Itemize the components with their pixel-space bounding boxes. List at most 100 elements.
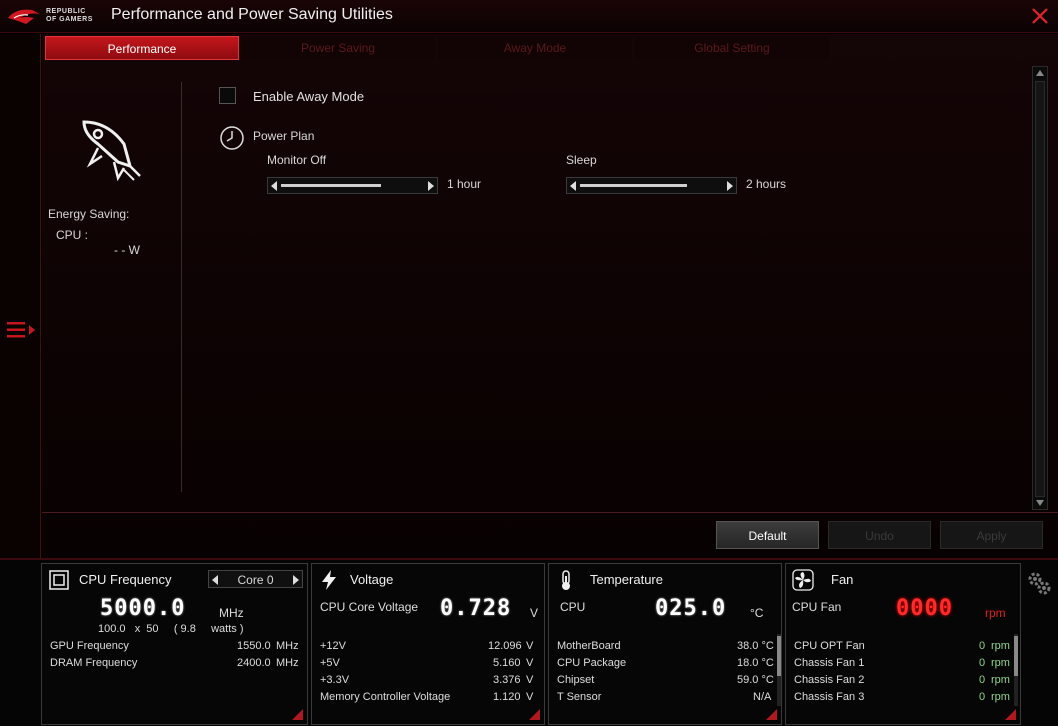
dram-frequency-value: 2400.0: [237, 657, 271, 669]
cpu-frequency-panel[interactable]: CPU Frequency Core 0 5000.0 MHz 100.0 x …: [41, 563, 308, 725]
gear-icon: [1028, 572, 1051, 595]
cpu-frequency-value: 5000.0: [100, 596, 186, 621]
tab-power-saving[interactable]: Power Saving: [241, 36, 435, 60]
scroll-down-icon[interactable]: [1036, 500, 1044, 506]
fan-panel[interactable]: Fan CPU Fan 0000 rpm CPU OPT Fan 0 rpm C…: [785, 563, 1021, 725]
expand-corner-icon[interactable]: [292, 709, 303, 720]
voltage-3v3-value: 3.376: [493, 674, 521, 686]
cpu-temperature-label: CPU: [560, 600, 586, 614]
fan-title: Fan: [831, 572, 854, 587]
cpu-fan-value: 0000: [896, 596, 953, 621]
motherboard-temp-label: MotherBoard: [557, 640, 621, 652]
slider-left-arrow-icon[interactable]: [570, 181, 576, 191]
vertical-divider: [181, 82, 182, 492]
chassis-fan-2-unit: rpm: [991, 674, 1010, 686]
rog-eye-icon: [8, 9, 40, 24]
motherboard-temp-value: 38.0 °C: [737, 640, 774, 652]
slider-track: [281, 184, 381, 187]
scroll-thumb[interactable]: [1014, 636, 1018, 676]
voltage-12v-label: +12V: [320, 640, 346, 652]
cpu-fan-label: CPU Fan: [792, 600, 842, 614]
sleep-value: 2 hours: [746, 177, 787, 191]
cpu-chip-icon: [49, 570, 69, 590]
core-selector-value: Core 0: [237, 573, 274, 587]
chassis-fan-3-label: Chassis Fan 3: [794, 691, 865, 703]
chassis-fan-3-value: 0: [979, 691, 986, 703]
voltage-5v-label: +5V: [320, 657, 340, 669]
close-button[interactable]: [1030, 6, 1050, 26]
core-next-icon[interactable]: [293, 575, 299, 585]
voltage-5v-value: 5.160: [493, 657, 521, 669]
t-sensor-temp-label: T Sensor: [557, 691, 602, 703]
sleep-slider[interactable]: [566, 177, 737, 194]
voltage-12v-value: 12.096: [488, 640, 522, 652]
monitor-off-label: Monitor Off: [267, 153, 327, 167]
core-selector[interactable]: Core 0: [208, 570, 303, 588]
settings-button[interactable]: [1026, 570, 1052, 596]
voltage-panel[interactable]: Voltage CPU Core Voltage 0.728 V +12V 12…: [311, 563, 545, 725]
lightning-icon: [322, 570, 336, 590]
voltage-12v-unit: V: [526, 640, 534, 652]
energy-cpu-watts: - - W: [114, 243, 140, 257]
tab-global-setting[interactable]: Global Setting: [635, 36, 829, 60]
memory-controller-voltage-value: 1.120: [493, 691, 521, 703]
chassis-fan-3-unit: rpm: [991, 691, 1010, 703]
dram-frequency-unit: MHz: [276, 657, 299, 669]
cpu-opt-fan-value: 0: [979, 640, 986, 652]
left-rail: [0, 34, 41, 558]
tab-bar: Performance Power Saving Away Mode Globa…: [42, 34, 1058, 62]
divider: [42, 512, 1058, 513]
rog-logo: REPUBLIC OF GAMERS: [6, 6, 98, 28]
expand-corner-icon[interactable]: [766, 709, 777, 720]
vertical-scrollbar[interactable]: [1032, 66, 1048, 510]
voltage-5v-unit: V: [526, 657, 534, 669]
cpu-core-voltage-unit: V: [530, 606, 539, 620]
voltage-3v3-label: +3.3V: [320, 674, 350, 686]
cpu-opt-fan-label: CPU OPT Fan: [794, 640, 865, 652]
undo-button[interactable]: Undo: [828, 521, 931, 549]
cpu-frequency-unit: MHz: [219, 606, 244, 620]
gpu-frequency-unit: MHz: [276, 640, 299, 652]
temperature-panel[interactable]: Temperature CPU 025.0 °C MotherBoard 38.…: [548, 563, 782, 725]
energy-saving-label: Energy Saving:: [48, 207, 130, 221]
tab-performance[interactable]: Performance: [45, 36, 239, 60]
expand-corner-icon[interactable]: [1005, 709, 1016, 720]
menu-icon: [7, 322, 35, 338]
memory-controller-voltage-unit: V: [526, 691, 534, 703]
cpu-package-temp-label: CPU Package: [557, 657, 627, 669]
logo-text: REPUBLIC OF GAMERS: [46, 8, 93, 23]
slider-right-arrow-icon[interactable]: [428, 181, 434, 191]
monitor-off-value: 1 hour: [447, 177, 482, 191]
memory-controller-voltage-label: Memory Controller Voltage: [320, 691, 451, 703]
enable-away-mode-checkbox[interactable]: [219, 87, 236, 104]
scroll-thumb[interactable]: [1035, 81, 1045, 497]
close-icon: [1032, 8, 1048, 24]
cpu-temperature-unit: °C: [750, 606, 764, 620]
slider-right-arrow-icon[interactable]: [727, 181, 733, 191]
chassis-fan-2-value: 0: [979, 674, 986, 686]
tab-away-mode[interactable]: Away Mode: [438, 36, 632, 60]
thermometer-icon: [562, 570, 570, 590]
cpu-ratio-text: 100.0 x 50 ( 9.8 watts ): [98, 623, 244, 635]
cpu-opt-fan-unit: rpm: [991, 640, 1010, 652]
temperature-scrollbar[interactable]: [777, 634, 781, 706]
slider-track: [580, 184, 687, 187]
default-button[interactable]: Default: [716, 521, 819, 549]
main-panel: Performance Power Saving Away Mode Globa…: [42, 34, 1058, 558]
scroll-thumb[interactable]: [777, 636, 781, 676]
fan-scrollbar[interactable]: [1014, 634, 1018, 706]
scroll-up-icon[interactable]: [1036, 70, 1044, 76]
cpu-core-voltage-value: 0.728: [440, 596, 512, 621]
chipset-temp-value: 59.0 °C: [737, 674, 774, 686]
monitor-off-slider[interactable]: [267, 177, 438, 194]
menu-toggle-button[interactable]: [5, 318, 37, 342]
energy-info: Energy Saving: CPU : - - W: [42, 90, 182, 490]
cpu-fan-unit: rpm: [985, 606, 1006, 620]
apply-button[interactable]: Apply: [940, 521, 1043, 549]
cpu-core-voltage-label: CPU Core Voltage: [320, 600, 419, 614]
slider-left-arrow-icon[interactable]: [271, 181, 277, 191]
fan-icon: [792, 569, 814, 591]
enable-away-mode-label: Enable Away Mode: [253, 89, 365, 104]
expand-corner-icon[interactable]: [529, 709, 540, 720]
title-bar: REPUBLIC OF GAMERS Performance and Power…: [0, 0, 1058, 33]
